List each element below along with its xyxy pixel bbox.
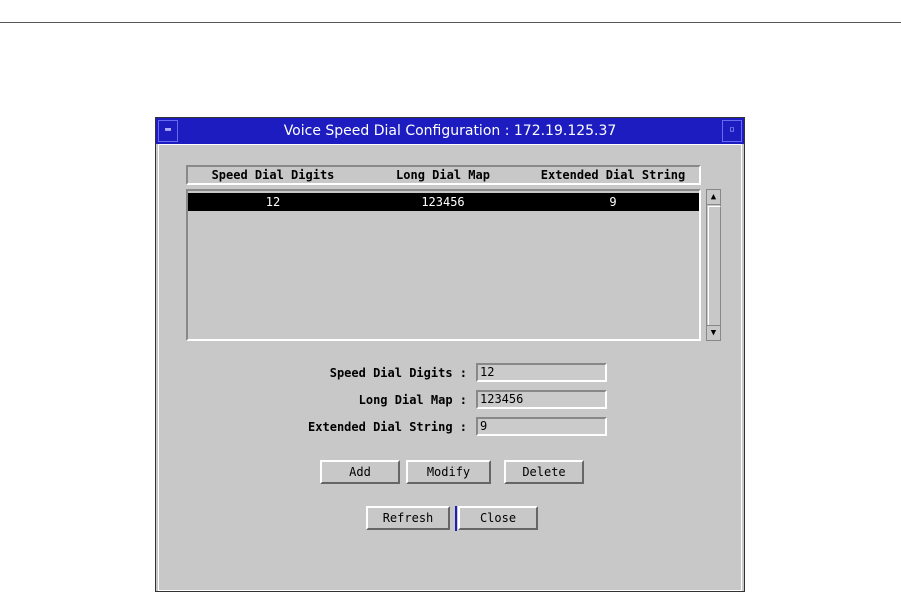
table-row[interactable]: 12 123456 9	[188, 193, 699, 211]
add-button[interactable]: Add	[320, 460, 400, 484]
delete-button[interactable]: Delete	[504, 460, 584, 484]
title-bar[interactable]: Voice Speed Dial Configuration : 172.19.…	[156, 118, 744, 144]
extended-dial-string-label: Extended Dial String :	[308, 420, 467, 434]
window-menu-icon[interactable]: ▬	[158, 120, 178, 142]
window-title: Voice Speed Dial Configuration : 172.19.…	[283, 123, 617, 139]
scroll-thumb[interactable]	[708, 206, 721, 326]
scroll-down-arrow-icon[interactable]: ▼	[707, 325, 720, 340]
modify-button[interactable]: Modify	[406, 460, 491, 484]
maximize-icon[interactable]: ▫	[722, 120, 742, 142]
cell-extended-dial-string: 9	[609, 195, 617, 209]
vertical-scrollbar[interactable]: ▲ ▼	[706, 189, 721, 341]
speed-dial-digits-field[interactable]: 12	[476, 363, 607, 382]
focus-indicator	[455, 506, 457, 531]
long-dial-map-field[interactable]: 123456	[476, 390, 607, 409]
column-header-extended-dial-string[interactable]: Extended Dial String	[528, 168, 698, 182]
speed-dial-digits-label: Speed Dial Digits :	[329, 366, 467, 380]
speed-dial-window: Voice Speed Dial Configuration : 172.19.…	[155, 117, 745, 592]
cell-speed-dial-digits: 12	[265, 195, 281, 209]
column-header-speed-dial-digits[interactable]: Speed Dial Digits	[188, 168, 358, 182]
extended-dial-string-field[interactable]: 9	[476, 417, 607, 436]
column-header-long-dial-map[interactable]: Long Dial Map	[358, 168, 528, 182]
close-button[interactable]: Close	[458, 506, 538, 530]
top-divider	[0, 22, 901, 23]
speed-dial-list[interactable]: 12 123456 9	[186, 189, 701, 341]
scroll-up-arrow-icon[interactable]: ▲	[707, 190, 720, 205]
long-dial-map-label: Long Dial Map :	[358, 393, 467, 407]
refresh-button[interactable]: Refresh	[366, 506, 450, 530]
cell-long-dial-map: 123456	[421, 195, 465, 209]
table-header: Speed Dial Digits Long Dial Map Extended…	[186, 165, 701, 185]
